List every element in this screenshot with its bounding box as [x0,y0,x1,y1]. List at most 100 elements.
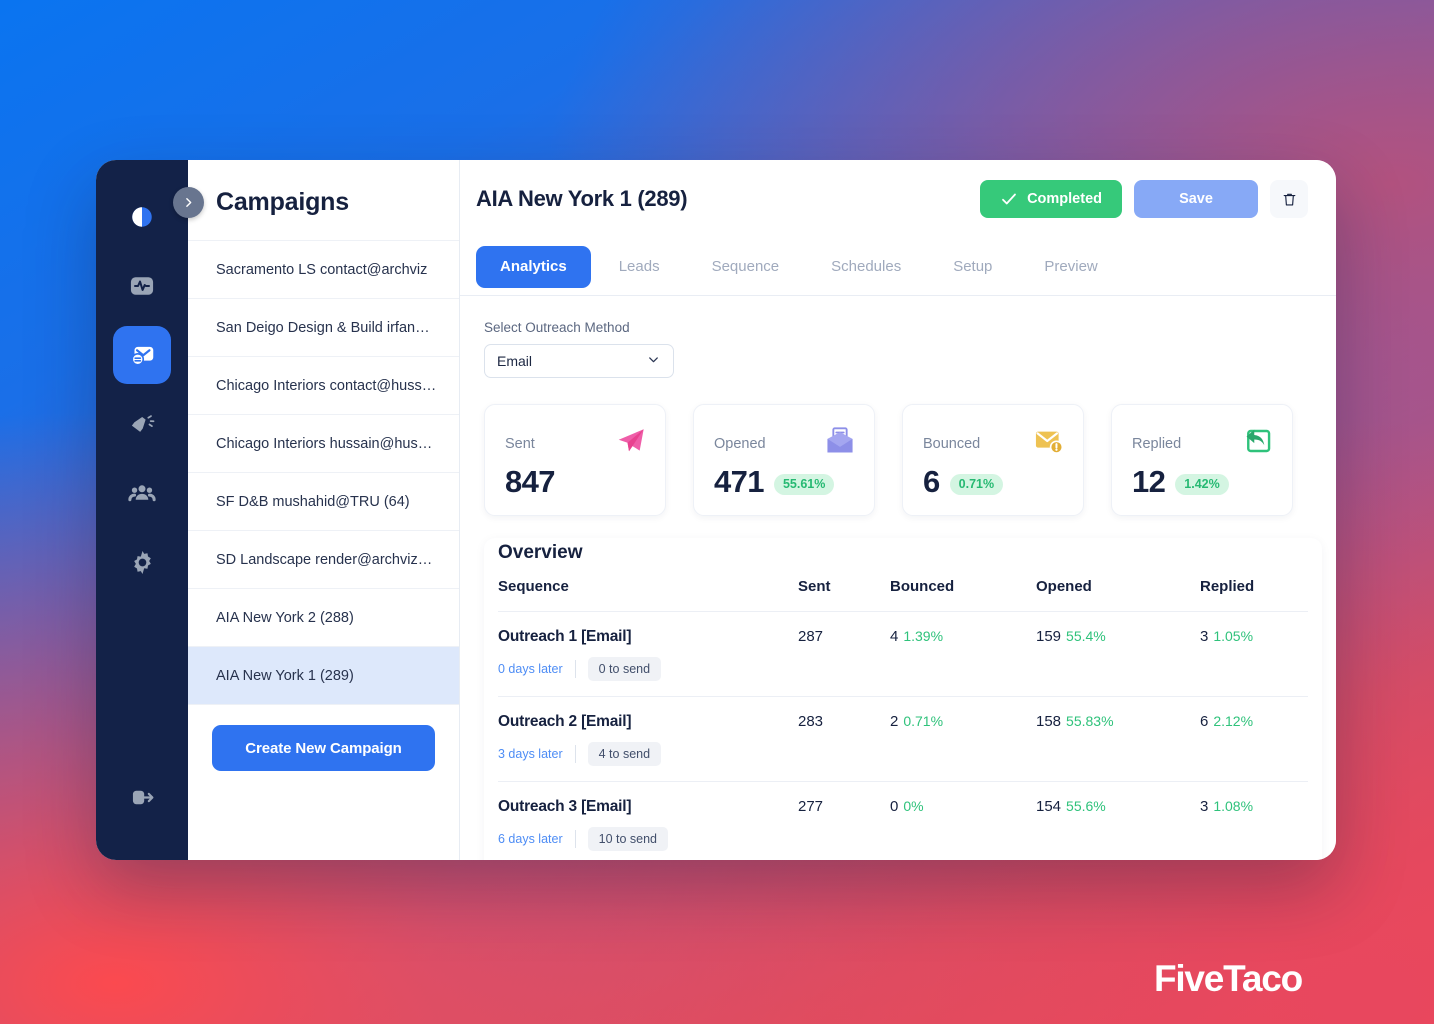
main-header: AIA New York 1 (289) Completed Save [460,160,1336,238]
megaphone-icon[interactable] [113,395,171,453]
bounced-value: 4 [890,628,899,645]
theme-toggle-icon[interactable] [113,188,171,246]
cell-bounced: 0 0% [890,781,1036,860]
campaign-list-item[interactable]: SD Landscape render@archvizal… [188,530,459,588]
opened-value: 154 [1036,798,1062,815]
campaign-list-item[interactable]: SF D&B mushahid@TRU (64) [188,472,459,530]
stat-label: Replied [1132,435,1182,452]
overview-title: Overview [498,542,583,563]
days-later-label: 3 days later [498,747,563,761]
people-icon[interactable] [113,464,171,522]
stat-label: Sent [505,435,535,452]
envelope-alert-icon [1033,425,1065,462]
column-sent: Sent [798,578,890,612]
replied-value: 3 [1200,798,1209,815]
outreach-method-select[interactable]: Email [484,344,674,378]
to-send-badge: 4 to send [587,742,662,766]
sidebar-item-campaigns[interactable] [113,326,171,384]
campaign-title: AIA New York 1 (289) [476,186,688,211]
divider [574,830,576,848]
overview-table: Sequence Sent Bounced Opened Replied Out… [498,578,1308,860]
replied-percent: 1.08% [1213,798,1254,814]
stat-card-replied: Replied 12 1.42% [1111,404,1293,516]
create-campaign-wrap: Create New Campaign [188,704,459,771]
tab-analytics[interactable]: Analytics [476,245,591,288]
table-row: Outreach 3 [Email] 6 days later 10 to se… [498,781,1308,860]
sequence-name: Outreach 3 [Email] [498,798,632,815]
campaign-list-item[interactable]: AIA New York 2 (288) [188,588,459,646]
column-bounced: Bounced [890,578,1036,612]
gear-icon[interactable] [113,533,171,591]
sent-value: 287 [798,628,824,645]
to-send-badge: 10 to send [587,827,669,851]
logout-icon[interactable] [113,768,171,826]
stat-cards: Sent 847 Opened 471 55.61% Bounced 6 0.7… [484,404,1336,516]
stat-card-opened: Opened 471 55.61% [693,404,875,516]
campaign-label: SF D&B mushahid@TRU (64) [216,493,410,510]
replied-value: 6 [1200,713,1209,730]
opened-percent: 55.4% [1066,628,1106,644]
bounced-value: 2 [890,713,899,730]
campaign-label: Sacramento LS contact@archviz [216,261,428,278]
days-later-label: 0 days later [498,662,563,676]
campaign-label: SD Landscape render@archvizal… [216,551,439,568]
outreach-method-label: Select Outreach Method [484,320,630,335]
trash-icon [1283,193,1295,206]
opened-percent: 55.6% [1066,798,1106,814]
stat-percent-badge: 55.61% [773,473,835,495]
sidebar-collapse-toggle[interactable] [173,187,204,218]
stat-percent-badge: 0.71% [949,473,1004,495]
completed-label: Completed [1027,191,1102,207]
main-content: AIA New York 1 (289) Completed Save Anal… [460,160,1336,860]
completed-status-button[interactable]: Completed [980,180,1122,218]
overview-card: Overview Sequence Sent Bounced Opened Re… [484,538,1322,860]
cell-bounced: 2 0.71% [890,696,1036,782]
campaign-label: Chicago Interiors contact@huss… [216,377,437,394]
bounced-percent: 0.71% [903,713,944,729]
header-actions: Completed Save [980,180,1308,218]
campaign-list-item[interactable]: Chicago Interiors contact@huss… [188,356,459,414]
stat-label: Opened [714,435,766,452]
sent-value: 277 [798,798,824,815]
stat-value: 847 [505,464,556,499]
cell-opened: 159 55.4% [1036,611,1200,697]
campaign-list-item-selected[interactable]: AIA New York 1 (289) [188,646,459,704]
sequence-name: Outreach 2 [Email] [498,713,632,730]
stat-label: Bounced [923,435,981,452]
opened-percent: 55.83% [1066,713,1114,729]
brand-logo: FiveTaco [1153,958,1303,999]
save-button[interactable]: Save [1134,180,1258,218]
stat-percent-badge: 1.42% [1175,473,1229,495]
tab-preview[interactable]: Preview [1020,246,1121,288]
open-envelope-icon [824,425,856,462]
tab-schedules[interactable]: Schedules [807,246,925,288]
chevron-down-icon [646,352,661,370]
replied-percent: 2.12% [1213,713,1254,729]
cell-replied: 6 2.12% [1200,696,1308,782]
tab-sequence[interactable]: Sequence [688,246,804,288]
tab-setup[interactable]: Setup [929,246,1016,288]
campaign-list-item[interactable]: San Deigo Design & Build irfan@… [188,298,459,356]
delete-campaign-button[interactable] [1270,180,1308,218]
table-row: Outreach 1 [Email] 0 days later 0 to sen… [498,611,1308,697]
cell-replied: 3 1.08% [1200,781,1308,860]
cell-sent: 277 [798,781,890,860]
tab-leads[interactable]: Leads [595,246,684,288]
campaign-list-item[interactable]: Sacramento LS contact@archviz [188,240,459,298]
table-row: Outreach 2 [Email] 3 days later 4 to sen… [498,696,1308,782]
cell-replied: 3 1.05% [1200,611,1308,697]
stat-value: 471 [714,464,765,499]
check-icon [1002,193,1016,205]
divider [574,660,576,678]
column-sequence: Sequence [498,578,798,612]
app-window: Campaigns Sacramento LS contact@archviz … [96,160,1336,860]
campaign-list-item[interactable]: Chicago Interiors hussain@huss… [188,414,459,472]
bounced-percent: 0% [903,798,924,814]
stat-value: 12 [1132,464,1166,499]
create-new-campaign-button[interactable]: Create New Campaign [212,725,435,771]
column-replied: Replied [1200,578,1308,612]
analytics-content: Select Outreach Method Email Sent 847 Op… [460,296,1336,860]
activity-icon[interactable] [113,257,171,315]
page-title: Campaigns [216,188,349,216]
replied-value: 3 [1200,628,1209,645]
